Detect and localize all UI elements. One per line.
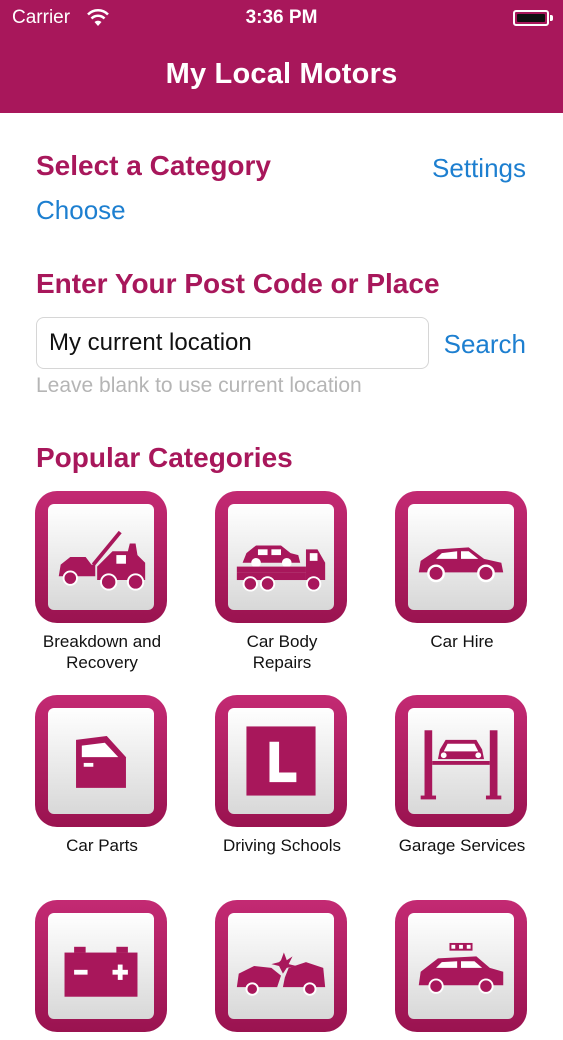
tile-frame: [395, 491, 527, 623]
learner-plate-icon: [246, 726, 316, 796]
car-lift-icon: [420, 730, 502, 800]
category-tile-taxi[interactable]: [395, 900, 529, 1040]
flatbed-truck-icon: [236, 545, 326, 592]
choose-category-button[interactable]: Choose: [36, 195, 126, 226]
tile-label: Car Body Repairs: [246, 632, 318, 672]
tile-frame: [395, 900, 527, 1032]
location-input[interactable]: [36, 317, 429, 369]
settings-button[interactable]: Settings: [432, 153, 526, 184]
tile-label: Breakdown and Recovery: [42, 632, 162, 672]
car-door-icon: [76, 736, 126, 788]
battery-tip: [550, 15, 553, 21]
tile-label: Garage Services: [398, 836, 526, 855]
top-bar: Carrier 3:36 PM My Local Motors: [0, 0, 563, 113]
tile-frame: [215, 900, 347, 1032]
location-hint: Leave blank to use current location: [36, 374, 362, 397]
category-tile-driving-schools[interactable]: Driving Schools: [215, 695, 349, 856]
tile-label: Driving Schools: [222, 836, 342, 855]
select-category-heading: Select a Category: [36, 150, 271, 181]
tile-label: Car Hire: [430, 632, 494, 651]
category-tile-breakdown-recovery[interactable]: Breakdown and Recovery: [35, 491, 169, 673]
clock: 3:36 PM: [245, 7, 318, 28]
car-icon: [418, 547, 504, 583]
tile-label: Car Parts: [66, 836, 138, 855]
category-tile-car-parts[interactable]: Car Parts: [35, 695, 169, 856]
category-tile-battery[interactable]: [35, 900, 169, 1040]
category-tile-accident[interactable]: [215, 900, 349, 1040]
search-button[interactable]: Search: [444, 329, 526, 360]
tow-truck-icon: [58, 530, 146, 591]
tile-frame: [395, 695, 527, 827]
tile-frame: [35, 695, 167, 827]
battery-icon: [513, 10, 549, 26]
category-tile-car-hire[interactable]: Car Hire: [395, 491, 529, 652]
popular-categories-heading: Popular Categories: [36, 442, 293, 473]
postcode-heading: Enter Your Post Code or Place: [36, 268, 440, 299]
tile-frame: [215, 491, 347, 623]
status-bar: Carrier 3:36 PM: [0, 0, 563, 36]
nav-title: My Local Motors: [165, 58, 398, 90]
category-tile-garage-services[interactable]: Garage Services: [395, 695, 529, 856]
category-tile-car-body-repairs[interactable]: Car Body Repairs: [215, 491, 349, 673]
tile-frame: [215, 695, 347, 827]
tile-frame: [35, 491, 167, 623]
tile-frame: [35, 900, 167, 1032]
